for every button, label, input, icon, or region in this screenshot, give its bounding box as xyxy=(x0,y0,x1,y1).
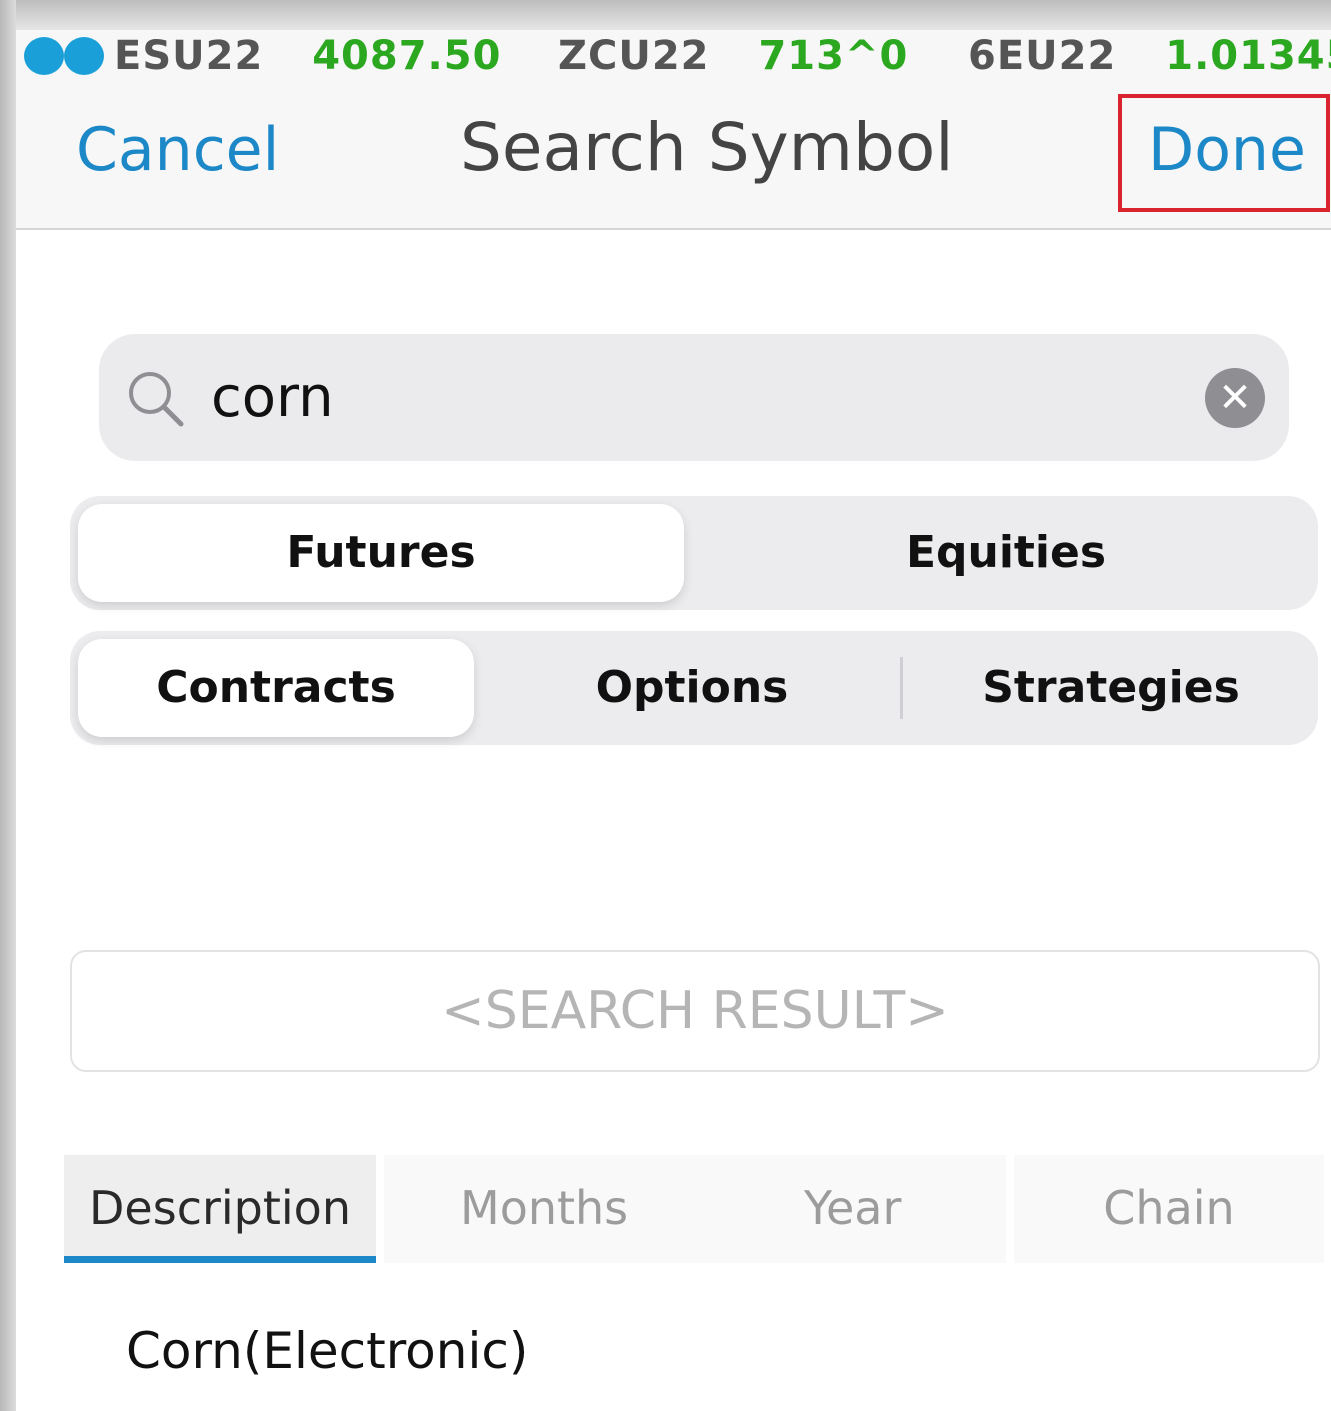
ticker-bar: ESU22 4087.50 ZCU22 713^0 6EU22 1.01345 xyxy=(16,30,1331,82)
tab-year[interactable]: Year xyxy=(804,1155,901,1261)
ticker-symbol: ESU22 xyxy=(114,33,264,79)
tab-months-year: Months Year xyxy=(384,1155,1006,1263)
ticker-price: 4087.50 xyxy=(312,33,502,79)
done-button[interactable]: Done xyxy=(1148,110,1306,190)
search-result-placeholder: <SEARCH RESULT> xyxy=(441,981,949,1041)
tab-chain[interactable]: Chain xyxy=(1014,1155,1324,1263)
segment-strategies[interactable]: Strategies xyxy=(904,631,1318,745)
search-result-box: <SEARCH RESULT> xyxy=(70,950,1320,1072)
list-item[interactable]: Corn(Electronic) xyxy=(126,1318,528,1384)
ticker-symbol: ZCU22 xyxy=(558,33,710,79)
ticker-price: 1.01345 xyxy=(1165,33,1331,79)
segment-options[interactable]: Options xyxy=(484,631,900,745)
clear-icon[interactable]: ✕ xyxy=(1205,368,1265,428)
asset-type-segment: Futures Equities xyxy=(70,496,1318,610)
segment-equities[interactable]: Equities xyxy=(694,496,1318,610)
top-edge-shadow xyxy=(0,0,1331,30)
instrument-type-segment: Contracts Options Strategies xyxy=(70,631,1318,745)
left-edge-shadow xyxy=(0,0,16,1411)
page-title: Search Symbol xyxy=(460,109,954,186)
navigation-bar: Cancel Search Symbol Done xyxy=(16,82,1331,230)
tab-months[interactable]: Months xyxy=(460,1155,628,1261)
segment-futures[interactable]: Futures xyxy=(78,504,684,602)
search-icon xyxy=(129,372,184,427)
tab-active-underline xyxy=(64,1256,376,1263)
ticker-price: 713^0 xyxy=(758,33,909,79)
status-dot-icon xyxy=(64,37,104,75)
ticker-symbol: 6EU22 xyxy=(968,33,1117,79)
app-screen: ESU22 4087.50 ZCU22 713^0 6EU22 1.01345 … xyxy=(0,0,1331,1411)
cancel-button[interactable]: Cancel xyxy=(76,110,279,190)
segment-divider xyxy=(900,657,903,719)
tab-description[interactable]: Description xyxy=(64,1155,376,1263)
result-tabs: Description Months Year Chain xyxy=(64,1155,1324,1263)
search-bar[interactable]: ✕ xyxy=(99,334,1289,461)
tab-label: Description xyxy=(89,1181,351,1235)
segment-contracts[interactable]: Contracts xyxy=(78,639,474,737)
ticker-item[interactable]: ESU22 4087.50 xyxy=(114,30,501,82)
ticker-item[interactable]: 6EU22 1.01345 xyxy=(968,30,1331,82)
ticker-item[interactable]: ZCU22 713^0 xyxy=(558,30,908,82)
search-input[interactable] xyxy=(211,354,1171,440)
status-dot-icon xyxy=(24,37,64,75)
tab-label: Chain xyxy=(1103,1181,1235,1235)
